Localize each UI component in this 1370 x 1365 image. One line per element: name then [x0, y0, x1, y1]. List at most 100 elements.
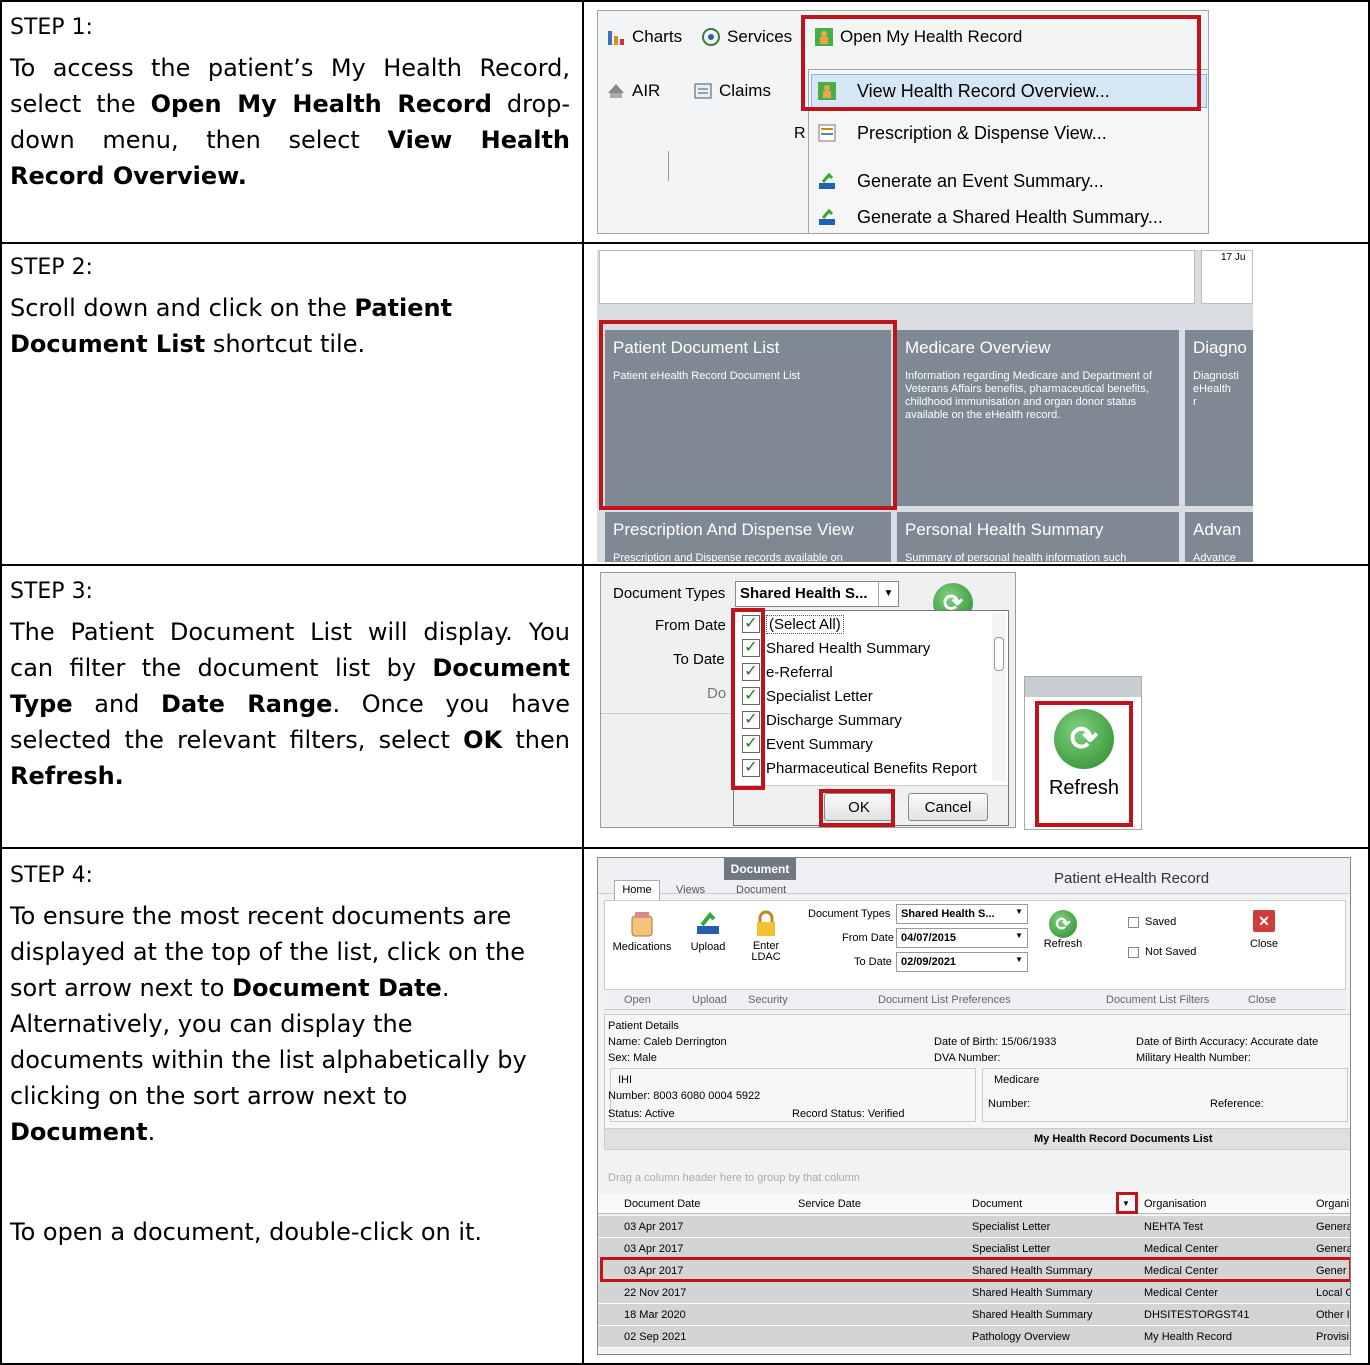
row-divider-2 [0, 564, 1370, 566]
document-types-value: Shared Health S... [901, 908, 995, 920]
charts-button[interactable]: Charts [606, 27, 682, 47]
table-cell: Genera [1316, 1243, 1351, 1255]
column-header-document[interactable]: Document [972, 1198, 1022, 1210]
checkbox-box [1128, 946, 1139, 958]
to-date-input[interactable]: 02/09/2021 ▼ [896, 952, 1028, 972]
patient-name: Name: Caleb Derrington [608, 1036, 727, 1048]
menu-item-event-summary[interactable]: Generate an Event Summary... [817, 164, 1104, 198]
document-types-select[interactable]: Shared Health S... ▼ [735, 581, 899, 607]
claims-button[interactable]: Claims [693, 81, 771, 101]
saved-label: Saved [1145, 916, 1177, 928]
menu-item-label: Generate an Event Summary... [857, 170, 1104, 191]
record-status: Record Status: Verified [792, 1108, 905, 1120]
close-button[interactable]: ✕ Close [1246, 910, 1282, 950]
table-row[interactable]: 02 Sep 2021 Pathology Overview My Health R… [598, 1326, 1350, 1348]
patient-dob: Date of Birth: 15/06/1933 [934, 1036, 1057, 1048]
scrollbar-thumb[interactable] [994, 637, 1004, 671]
tile-prescription-dispense[interactable]: Prescription And Dispense View Prescript… [605, 512, 891, 562]
step-3-body: The Patient Document List will display. … [10, 618, 570, 790]
list-title-bar [604, 1128, 1350, 1150]
lock-icon [757, 910, 775, 936]
step-2-text: STEP 2: Scroll down and click on the Pat… [10, 250, 570, 362]
column-header-organisation-2[interactable]: Organi [1316, 1198, 1349, 1210]
upload-button[interactable]: Upload [686, 910, 730, 953]
medications-button[interactable]: Medications [612, 910, 672, 953]
title-bar [598, 858, 1350, 894]
group-label-open: Open [624, 994, 651, 1006]
step-3-text: STEP 3: The Patient Document List will d… [10, 574, 570, 794]
menu-item-prescription-view[interactable]: Prescription & Dispense View... [817, 116, 1107, 150]
services-button[interactable]: Services [701, 27, 792, 47]
to-date-label: To Date [854, 956, 892, 968]
step-4-text: STEP 4: To ensure the most recent docume… [10, 858, 570, 1250]
tab-views[interactable]: Views [676, 884, 705, 896]
column-header-service-date[interactable]: Service Date [798, 1198, 861, 1210]
step-1-screenshot: Charts Services Open My Health Record AI… [597, 10, 1209, 234]
group-by-hint: Drag a column header here to group by th… [608, 1172, 860, 1184]
table-cell: 03 Apr 2017 [624, 1221, 684, 1233]
chevron-down-icon: ▼ [1015, 931, 1023, 940]
tile-advance[interactable]: Advan Advance [1185, 512, 1253, 562]
air-crest-icon [608, 84, 624, 98]
patient-dob-accuracy: Date of Birth Accuracy: Accurate date [1136, 1036, 1319, 1048]
highlight-box [600, 1257, 1350, 1282]
dropdown-scrollbar[interactable] [992, 613, 1006, 781]
medicare-number: Number: [988, 1098, 1031, 1110]
table-cell: Specialist Letter [972, 1221, 1051, 1233]
step-label: STEP 4: [10, 863, 93, 888]
medicare-reference: Reference: [1210, 1098, 1264, 1110]
menu-item-label: Generate a Shared Health Summary... [857, 206, 1163, 227]
cancel-button[interactable]: Cancel [908, 793, 988, 821]
upload-icon [819, 208, 835, 225]
table-cell: 03 Apr 2017 [624, 1243, 684, 1255]
ribbon-group-labels: Open Upload Security Document List Prefe… [604, 992, 1346, 1010]
tile-medicare-overview[interactable]: Medicare Overview Information regarding … [897, 330, 1179, 506]
highlight-box [819, 789, 895, 827]
refresh-label: Refresh [1043, 938, 1083, 950]
patient-sex: Sex: Male [608, 1052, 657, 1064]
close-label: Close [1249, 938, 1279, 950]
to-date-value: 02/09/2021 [901, 956, 957, 968]
refresh-button[interactable]: ⟳ Refresh [1038, 910, 1088, 950]
table-row[interactable]: 03 Apr 2017 Specialist Letter NEHTA Test Ge… [598, 1216, 1350, 1238]
air-button[interactable]: AIR [606, 81, 660, 101]
air-label: AIR [632, 81, 661, 100]
checkbox-label: Discharge Summary [766, 711, 902, 729]
enter-ldac-button[interactable]: Enter LDAC [744, 910, 788, 963]
table-border-left [0, 0, 2, 1365]
ihi-status: Status: Active [608, 1108, 675, 1120]
tile-personal-health-summary[interactable]: Personal Health Summary Summary of perso… [897, 512, 1179, 562]
table-row[interactable]: 18 Mar 2020 Shared Health Summary DHSITEST… [598, 1304, 1350, 1326]
step-3-filter-screenshot: Document Types Shared Health S... ▼ ⟳ Fr… [600, 572, 1016, 828]
table-cell: Shared Health Summary [972, 1309, 1093, 1321]
document-types-select[interactable]: Shared Health S... ▼ [896, 904, 1028, 924]
from-date-input[interactable]: 04/07/2015 ▼ [896, 928, 1028, 948]
menu-item-shared-summary[interactable]: Generate a Shared Health Summary... [817, 200, 1163, 233]
saved-checkbox[interactable]: Saved [1128, 916, 1176, 928]
column-header-organisation[interactable]: Organisation [1144, 1198, 1206, 1210]
group-label-upload: Upload [692, 994, 727, 1006]
table-cell: 18 Mar 2020 [624, 1309, 686, 1321]
medicare-header: Medicare [994, 1074, 1040, 1086]
checkbox-discharge-summary[interactable]: ✓ Discharge Summary [742, 709, 902, 731]
upper-panel [599, 250, 1195, 304]
tile-diagnostic[interactable]: Diagno Diagnosti eHealth r [1185, 330, 1253, 506]
services-label: Services [727, 27, 793, 46]
cancel-label: Cancel [924, 798, 972, 816]
highlight-box [801, 15, 1201, 111]
step-1-body: To access the patient’s My Health Record… [10, 54, 571, 190]
tab-home[interactable]: Home [614, 880, 660, 900]
tab-document[interactable]: Document [736, 884, 786, 896]
date-fragment: 17 Ju [1221, 252, 1246, 263]
tile-title: Medicare Overview [905, 338, 1051, 357]
column-header-document-date[interactable]: Document Date [624, 1198, 700, 1210]
medications-label: Medications [612, 941, 672, 953]
not-saved-checkbox[interactable]: Not Saved [1128, 946, 1196, 958]
table-cell: Provisi [1316, 1331, 1350, 1343]
ribbon-separator [668, 151, 669, 181]
checkbox-pbs-report[interactable]: ✓ Pharmaceutical Benefits Report [742, 757, 977, 779]
checkbox-shared-health-summary[interactable]: ✓ Shared Health Summary [742, 637, 930, 659]
table-cell: DHSITESTORGST41 [1144, 1309, 1250, 1321]
table-row[interactable]: 22 Nov 2017 Shared Health Summary Medical … [598, 1282, 1350, 1304]
chevron-down-icon: ▼ [1015, 955, 1023, 964]
